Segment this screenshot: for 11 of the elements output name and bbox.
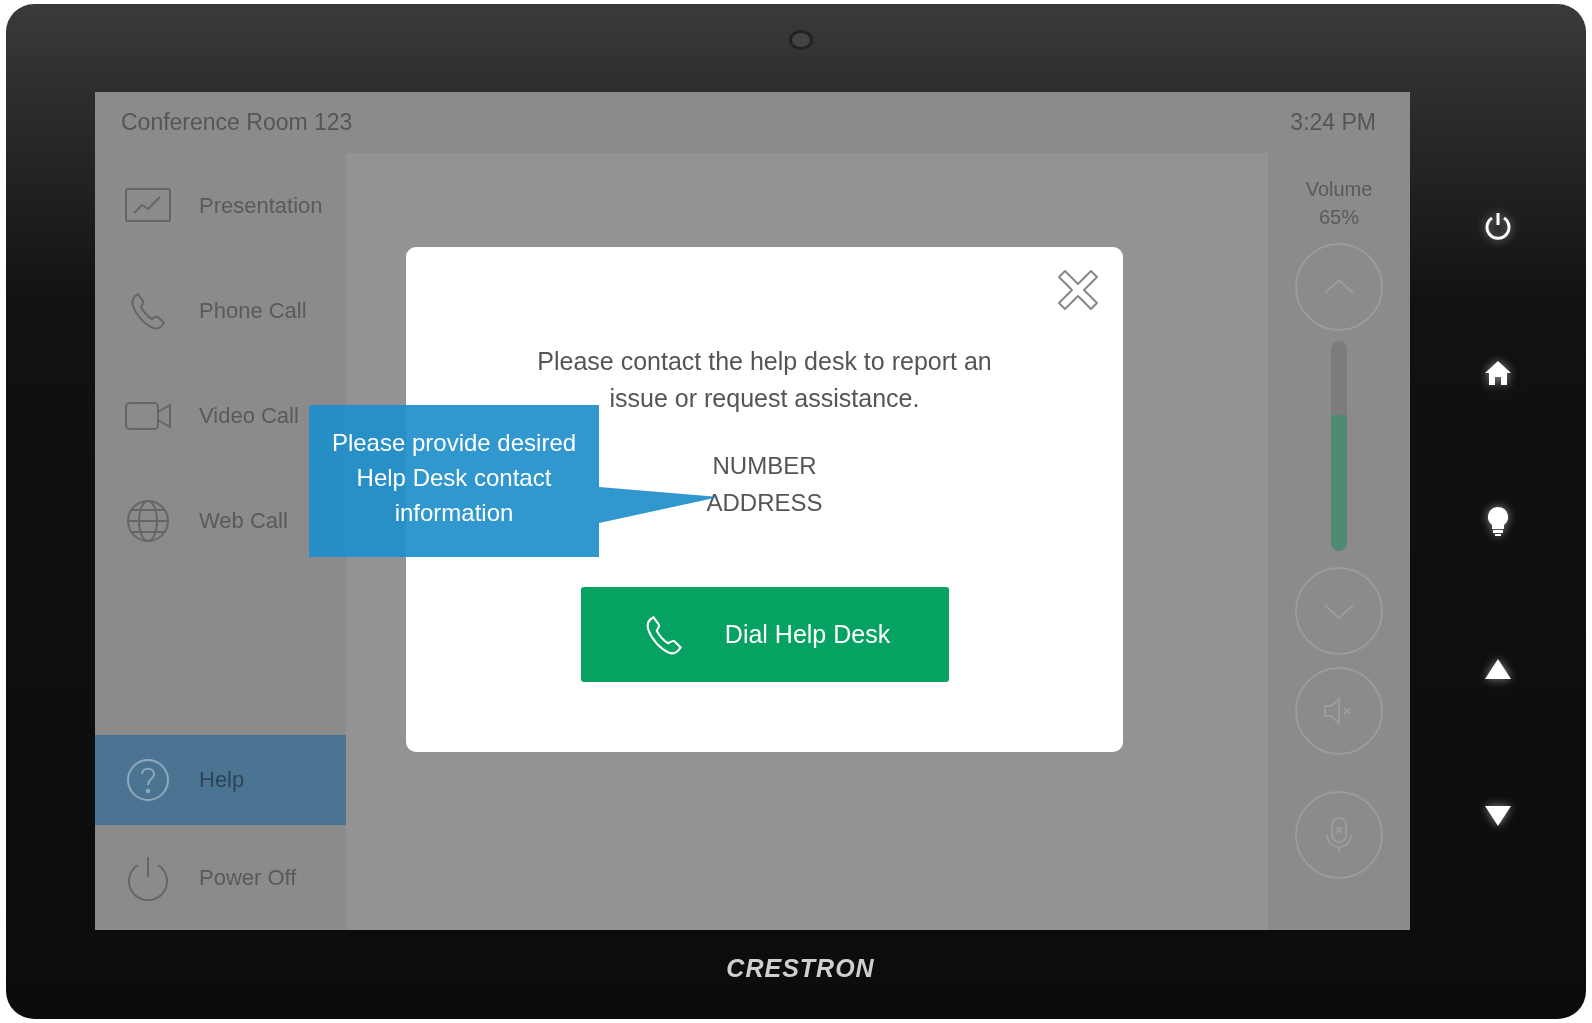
close-icon xyxy=(1055,267,1101,313)
volume-slider[interactable] xyxy=(1331,341,1347,551)
contact-line: NUMBER xyxy=(712,451,817,481)
tooltip-text: Please provide desired Help Desk contact information xyxy=(330,428,578,528)
contact-line: ADDRESS xyxy=(706,488,823,518)
brand-logo: CRESTRON xyxy=(726,954,875,983)
camera-lens xyxy=(788,30,813,50)
dial-help-desk-button[interactable]: Dial Help Desk xyxy=(580,587,949,682)
close-button[interactable] xyxy=(1055,267,1101,313)
sidebar-item[interactable]: Help xyxy=(95,735,346,825)
dialog-message: Please contact the help desk to report an issue or request assistance. xyxy=(536,346,993,414)
